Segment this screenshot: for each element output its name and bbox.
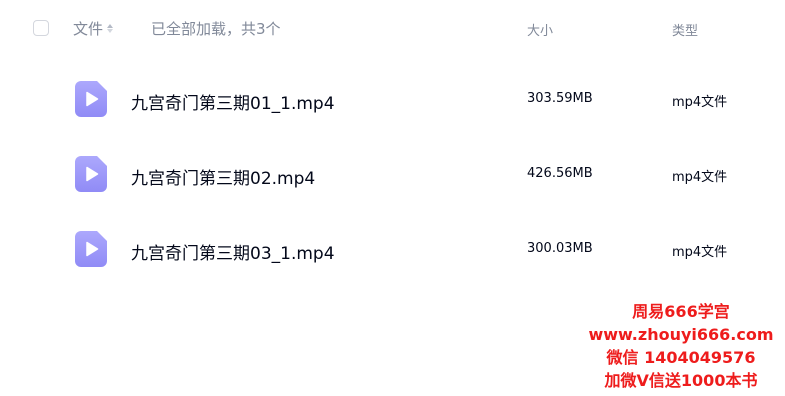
file-type: mp4文件 bbox=[672, 170, 728, 185]
column-header-name-label: 文件 bbox=[73, 20, 104, 38]
watermark-line-wechat: 微信 1404049576 bbox=[606, 348, 756, 367]
file-row[interactable]: 九宫奇门第三期03_1.mp4 300.03MB mp4文件 bbox=[0, 212, 785, 287]
file-row[interactable]: 九宫奇门第三期02.mp4 426.56MB mp4文件 bbox=[0, 137, 785, 212]
file-name[interactable]: 九宫奇门第三期03_1.mp4 bbox=[131, 239, 335, 264]
file-name[interactable]: 九宫奇门第三期02.mp4 bbox=[131, 164, 315, 189]
select-all-checkbox[interactable] bbox=[33, 20, 49, 36]
file-list-header: 文件 已全部加载，共3个 大小 类型 bbox=[0, 0, 785, 58]
file-row[interactable]: 九宫奇门第三期01_1.mp4 303.59MB mp4文件 bbox=[0, 62, 785, 137]
file-type: mp4文件 bbox=[672, 95, 728, 110]
sort-icon[interactable] bbox=[107, 22, 114, 36]
video-file-icon bbox=[75, 156, 107, 192]
file-size: 303.59MB bbox=[527, 91, 593, 106]
file-size: 300.03MB bbox=[527, 241, 593, 256]
file-size: 426.56MB bbox=[527, 166, 593, 181]
watermark-overlay: 周易666学宫 www.zhouyi666.com 微信 1404049576 … bbox=[583, 300, 779, 392]
column-header-type[interactable]: 类型 bbox=[672, 20, 698, 39]
file-name[interactable]: 九宫奇门第三期01_1.mp4 bbox=[131, 89, 335, 114]
video-file-icon bbox=[75, 231, 107, 267]
video-file-icon bbox=[75, 81, 107, 117]
watermark-line-title: 周易666学宫 bbox=[632, 302, 730, 321]
file-list: 九宫奇门第三期01_1.mp4 303.59MB mp4文件 九宫奇门第三期02… bbox=[0, 62, 785, 287]
column-header-size[interactable]: 大小 bbox=[527, 20, 553, 39]
watermark-line-website: www.zhouyi666.com bbox=[588, 325, 774, 344]
column-header-name[interactable]: 文件 bbox=[73, 18, 114, 39]
load-status-text: 已全部加载，共3个 bbox=[151, 20, 281, 38]
file-type: mp4文件 bbox=[672, 245, 728, 260]
watermark-line-promo: 加微V信送1000本书 bbox=[604, 371, 758, 390]
